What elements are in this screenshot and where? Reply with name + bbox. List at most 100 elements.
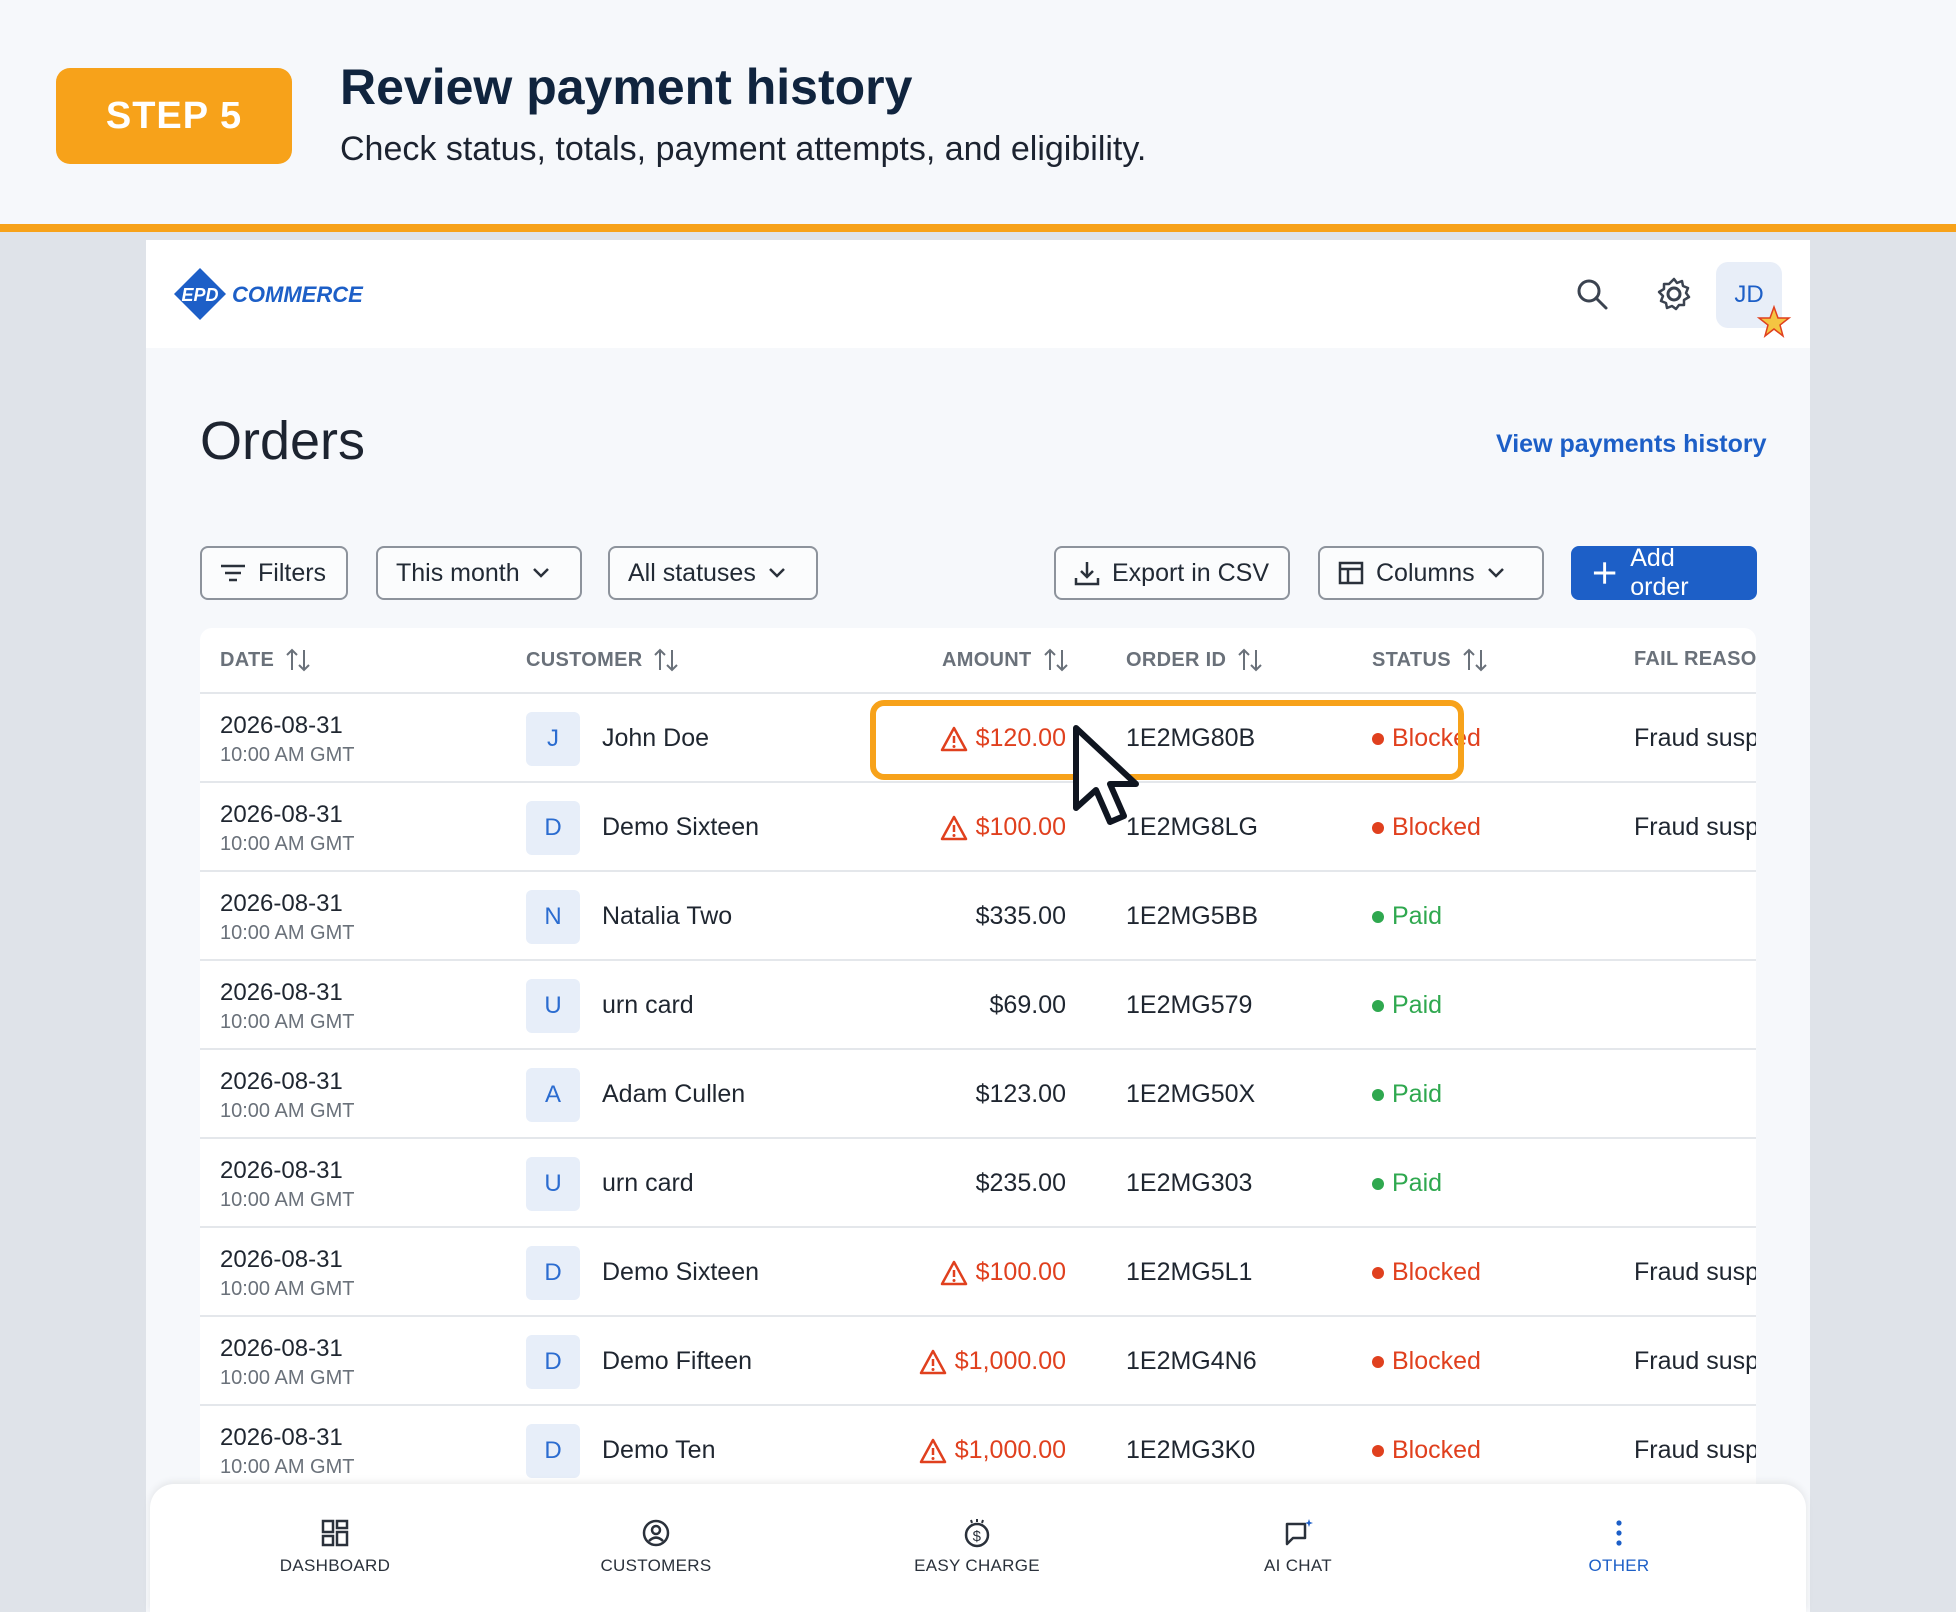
filters-button[interactable]: Filters <box>200 546 348 600</box>
order-id: 1E2MG4N6 <box>1126 1347 1257 1375</box>
order-date: 2026-08-31 <box>220 1068 343 1095</box>
chevron-down-icon <box>768 568 785 578</box>
order-amount: $235.00 <box>976 1169 1066 1198</box>
customer-name: Natalia Two <box>602 902 733 930</box>
step-badge: STEP 5 <box>56 68 292 164</box>
order-date: 2026-08-31 <box>220 890 343 917</box>
status-dot <box>1372 1355 1384 1368</box>
order-time: 10:00 AM GMT <box>220 833 355 855</box>
order-id: 1E2MG5BB <box>1126 902 1259 930</box>
banner-title: Review payment history <box>340 59 913 115</box>
period-select[interactable]: This month <box>376 546 582 600</box>
more-vertical-icon <box>1616 1520 1622 1546</box>
status-header-label: STATUS <box>1372 648 1451 671</box>
table-row[interactable]: 2026-08-31 10:00 AM GMT D Demo Sixteen $100.… <box>200 783 1756 872</box>
export-csv-button[interactable]: Export in CSV <box>1054 546 1290 600</box>
amount-value: $69.00 <box>989 991 1066 1019</box>
top-bar: EPD COMMERCE JD <box>146 240 1810 348</box>
table-row[interactable]: 2026-08-31 10:00 AM GMT D Demo Sixteen $100.… <box>200 1228 1756 1317</box>
page-title: Orders <box>200 411 366 471</box>
order-id: 1E2MG3K0 <box>1126 1436 1256 1464</box>
customer-header-label: CUSTOMER <box>526 648 643 671</box>
epd-commerce-logo[interactable]: EPD COMMERCE <box>170 264 390 324</box>
columns-icon <box>1338 561 1364 585</box>
dashboard-icon <box>321 1519 349 1547</box>
customer-name: urn card <box>602 1169 694 1197</box>
amount-value: $123.00 <box>975 1080 1066 1108</box>
order-time: 10:00 AM GMT <box>220 744 355 766</box>
customer-initial-badge: U <box>526 979 580 1033</box>
order-time: 10:00 AM GMT <box>220 1456 355 1478</box>
order-date: 2026-08-31 <box>220 1157 343 1184</box>
table-row[interactable]: 2026-08-31 10:00 AM GMT N Natalia Two $335.0… <box>200 872 1756 961</box>
date-column-header[interactable]: DATE <box>220 648 312 672</box>
add-order-button[interactable]: Add order <box>1571 544 1757 601</box>
warning-icon <box>940 1260 967 1285</box>
status-column-header[interactable]: STATUS <box>1372 648 1489 672</box>
search-icon[interactable] <box>1564 266 1620 322</box>
date-header-label: DATE <box>220 648 275 671</box>
nav-other[interactable]: OTHER <box>1519 1518 1719 1576</box>
view-payments-history-link[interactable]: View payments history <box>1496 430 1766 459</box>
customer-name: urn card <box>602 991 694 1019</box>
nav-other-label: OTHER <box>1588 1556 1650 1575</box>
svg-text:$: $ <box>973 1528 982 1545</box>
fail-reason-header-label: FAIL REASON <box>1634 648 1756 670</box>
fail-reason: Fraud suspected <box>1634 1347 1756 1375</box>
status-badge: Blocked <box>1372 813 1481 842</box>
order-time: 10:00 AM GMT <box>220 922 355 944</box>
fail-reason: Fraud suspected <box>1634 1258 1756 1286</box>
order-id: 1E2MG50X <box>1126 1080 1256 1108</box>
nav-customers[interactable]: CUSTOMERS <box>556 1518 756 1576</box>
order-time: 10:00 AM GMT <box>220 1100 355 1122</box>
nav-easy-charge[interactable]: $ EASY CHARGE <box>877 1518 1077 1576</box>
fail-reason-column-header[interactable]: FAIL REASON <box>1634 648 1756 671</box>
status-dot <box>1372 999 1384 1012</box>
status-dot <box>1372 1177 1384 1190</box>
fail-reason: Fraud suspected <box>1634 724 1756 752</box>
nav-dashboard-label: DASHBOARD <box>279 1556 391 1575</box>
period-label: This month <box>396 558 520 587</box>
sort-icon <box>1043 648 1068 672</box>
customer-column-header[interactable]: CUSTOMER <box>526 648 680 672</box>
order-date: 2026-08-31 <box>220 1246 343 1273</box>
export-label: Export in CSV <box>1112 558 1270 587</box>
table-row[interactable]: 2026-08-31 10:00 AM GMT D Demo Ten $1,000.00… <box>200 1406 1756 1495</box>
amount-value: $100.00 <box>975 1258 1066 1286</box>
table-row[interactable]: 2026-08-31 10:00 AM GMT Uurn card $69.00 1E2… <box>200 961 1756 1050</box>
status-badge: Paid <box>1372 902 1442 931</box>
table-row[interactable]: 2026-08-31 10:00 AM GMT A Adam Cullen $123.0… <box>200 1050 1756 1139</box>
amount-value: $100.00 <box>975 813 1066 841</box>
order-id-header-label: ORDER ID <box>1126 648 1227 671</box>
amount-value: $235.00 <box>975 1169 1066 1197</box>
status-dot <box>1372 1088 1384 1101</box>
status-badge: Blocked <box>1372 1347 1481 1376</box>
app-window: EPD COMMERCE JD Orders View payments his… <box>146 240 1810 1612</box>
status-label: Blocked <box>1392 813 1481 841</box>
amount-column-header[interactable]: AMOUNT <box>942 648 1070 672</box>
chat-sparkle-icon <box>1285 1519 1313 1546</box>
order-id-column-header[interactable]: ORDER ID <box>1126 648 1264 672</box>
status-select[interactable]: All statuses <box>608 546 818 600</box>
dollar-coin-icon: $ <box>964 1519 990 1548</box>
warning-icon <box>919 1349 947 1374</box>
sort-icon <box>654 648 679 672</box>
order-amount: $1,000.00 <box>919 1436 1066 1465</box>
order-id: 1E2MG579 <box>1126 991 1253 1019</box>
table-row[interactable]: 2026-08-31 10:00 AM GMT Uurn card $235.00 1E… <box>200 1139 1756 1228</box>
columns-label: Columns <box>1376 558 1475 587</box>
plus-icon <box>1593 562 1616 584</box>
customer-name: Adam Cullen <box>602 1080 746 1108</box>
columns-button[interactable]: Columns <box>1318 546 1544 600</box>
sort-icon <box>286 648 310 672</box>
status-label: Paid <box>1392 1080 1443 1108</box>
nav-easy-charge-label: EASY CHARGE <box>914 1556 1040 1575</box>
order-date: 2026-08-31 <box>220 1335 343 1362</box>
nav-ai-chat[interactable]: AI CHAT <box>1198 1518 1398 1576</box>
order-time: 10:00 AM GMT <box>220 1189 355 1211</box>
svg-text:EPD: EPD <box>181 285 218 305</box>
gear-icon[interactable] <box>1646 266 1702 322</box>
table-row[interactable]: 2026-08-31 10:00 AM GMT D Demo Fifteen $1,00… <box>200 1317 1756 1406</box>
nav-dashboard[interactable]: DASHBOARD <box>235 1518 435 1576</box>
customer-name: Demo Sixteen <box>602 813 760 841</box>
